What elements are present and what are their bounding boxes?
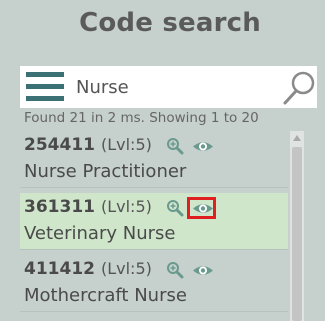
- zoom-in-icon[interactable]: [166, 199, 184, 217]
- code-line: 361311 (Lvl:5): [24, 197, 152, 217]
- occupation-code: 411412: [24, 259, 95, 279]
- code-line: 254411 (Lvl:5): [24, 135, 152, 155]
- eye-icon[interactable]: [192, 139, 214, 154]
- search-icon[interactable]: [282, 70, 316, 106]
- level-label: (Lvl:5): [100, 197, 152, 216]
- occupation-name: Nurse Practitioner: [24, 161, 187, 182]
- hamburger-menu-icon[interactable]: [26, 72, 64, 102]
- menu-bar-top: [26, 72, 64, 77]
- code-search-panel: Code search Found 21 in 2 ms. Showing 1 …: [0, 0, 325, 321]
- zoom-in-icon[interactable]: [166, 137, 184, 155]
- zoom-in-icon[interactable]: [166, 261, 184, 279]
- occupation-name: Veterinary Nurse: [24, 223, 176, 244]
- search-status: Found 21 in 2 ms. Showing 1 to 20: [24, 110, 259, 126]
- code-line: 411412 (Lvl:5): [24, 259, 152, 279]
- occupation-code: 361311: [24, 197, 95, 217]
- search-bar: [20, 66, 317, 108]
- menu-bar-middle: [26, 84, 64, 89]
- scroll-thumb[interactable]: [292, 147, 302, 321]
- eye-icon[interactable]: [192, 201, 214, 216]
- eye-icon[interactable]: [192, 263, 214, 278]
- page-title: Code search: [79, 8, 261, 38]
- menu-bar-bottom: [26, 96, 64, 101]
- search-input[interactable]: [76, 74, 276, 100]
- results-list: 254411 (Lvl:5) Nurse Practitioner 361311 (…: [20, 131, 288, 321]
- list-item-selected[interactable]: 361311 (Lvl:5) Veterinary Nurse: [20, 193, 288, 250]
- results-scrollbar[interactable]: [290, 131, 304, 321]
- level-label: (Lvl:5): [100, 135, 152, 154]
- occupation-name: Mothercraft Nurse: [24, 285, 187, 306]
- occupation-code: 254411: [24, 135, 95, 155]
- scroll-up-arrow[interactable]: [293, 135, 301, 141]
- level-label: (Lvl:5): [100, 259, 152, 278]
- list-item[interactable]: 411412 (Lvl:5) Mothercraft Nurse: [20, 255, 288, 312]
- list-item[interactable]: 254411 (Lvl:5) Nurse Practitioner: [20, 131, 288, 188]
